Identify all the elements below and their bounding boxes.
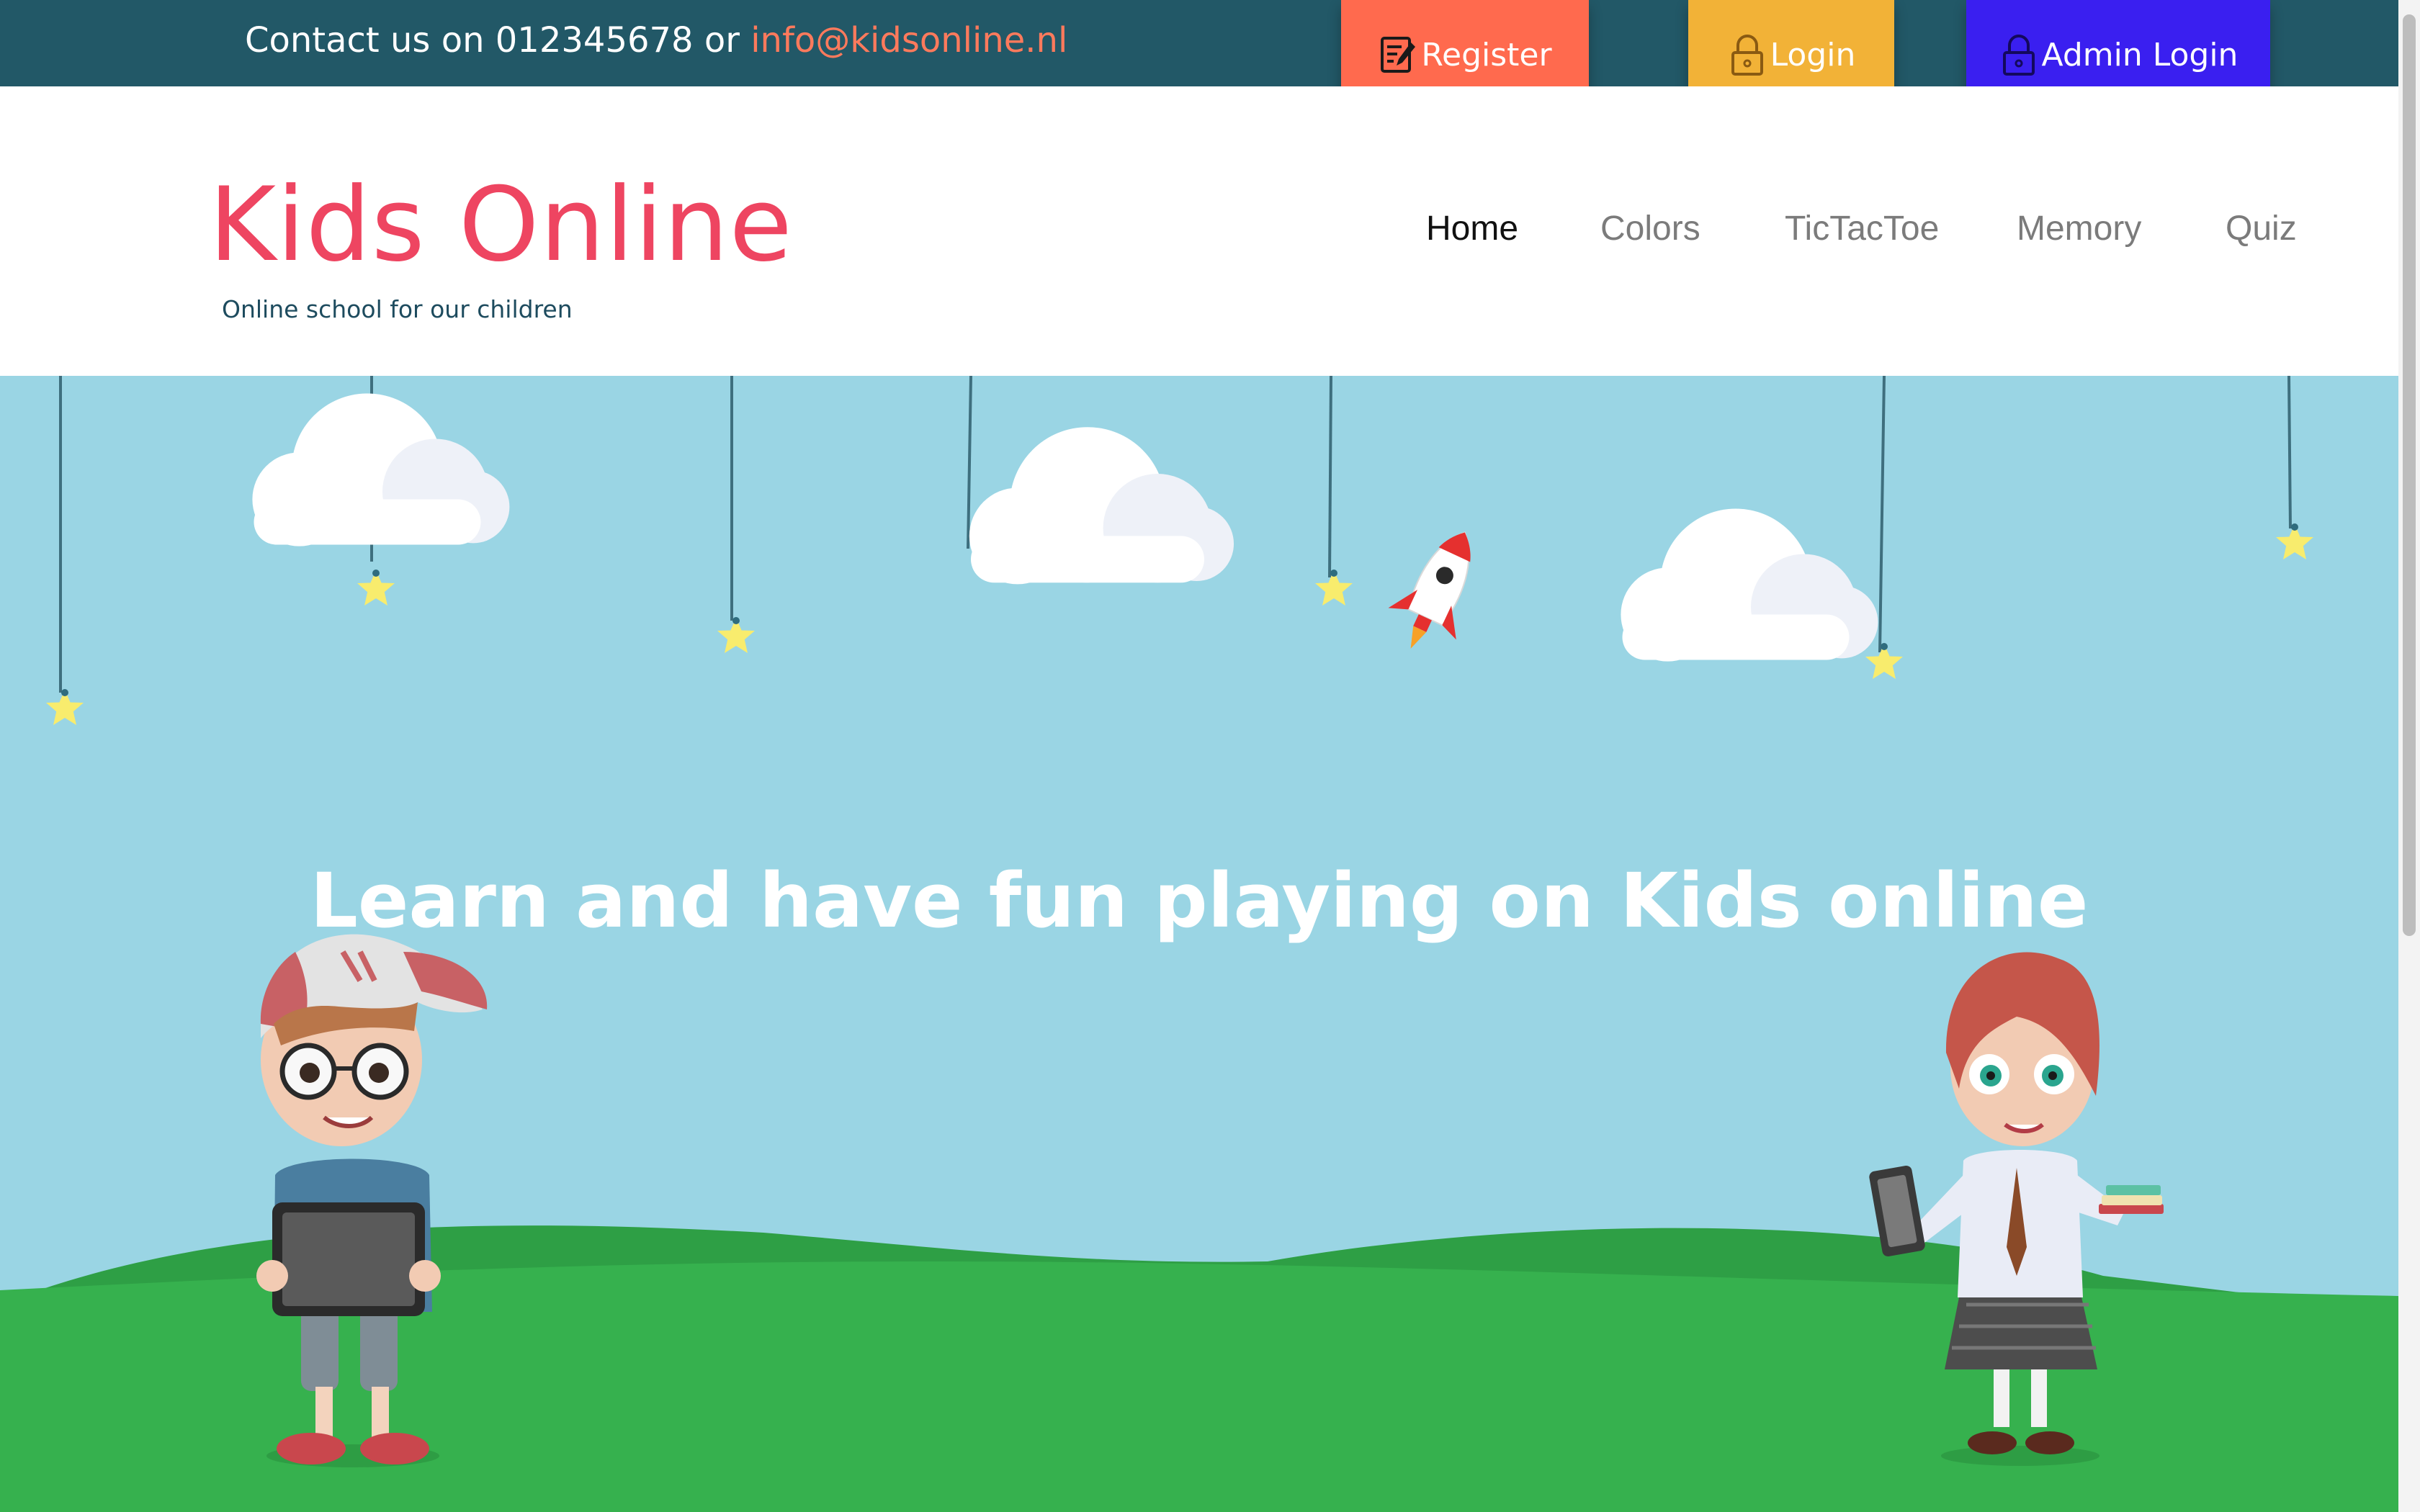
nav-item-memory[interactable]: Memory <box>2017 209 2141 248</box>
nav-item-quiz[interactable]: Quiz <box>2226 209 2297 248</box>
star-3 <box>717 617 755 653</box>
hero-title: Learn and have fun playing on Kids onlin… <box>310 857 2089 945</box>
nav-item-tictactoe[interactable]: TicTacToe <box>1785 209 1939 248</box>
cloud-2 <box>969 427 1234 585</box>
lock-icon <box>2002 35 2035 76</box>
register-label: Register <box>1421 36 1552 73</box>
star-2 <box>357 570 395 606</box>
star-1 <box>46 689 84 725</box>
cloud-1 <box>252 393 510 546</box>
hero-banner: Learn and have fun playing on Kids onlin… <box>0 376 2398 1512</box>
main-nav: Home Colors TicTacToe Memory Quiz <box>0 209 2398 259</box>
contact-info: Contact us on 012345678 or info@kidsonli… <box>245 20 1067 60</box>
nav-item-home[interactable]: Home <box>1426 209 1518 248</box>
admin-login-label: Admin Login <box>2041 36 2238 73</box>
scrollbar-thumb[interactable] <box>2403 14 2416 936</box>
star-5 <box>1865 643 1903 679</box>
page: Contact us on 012345678 or info@kidsonli… <box>0 0 2420 1512</box>
page-scrollbar[interactable] <box>2398 0 2420 1512</box>
edit-note-icon <box>1381 37 1416 73</box>
contact-text: Contact us on 012345678 or <box>245 20 751 60</box>
login-label: Login <box>1770 36 1856 73</box>
site-header: Kids Online Online school for our childr… <box>0 86 2398 376</box>
star-4 <box>1315 570 1353 606</box>
contact-email-link[interactable]: info@kidsonline.nl <box>750 20 1067 60</box>
lock-icon <box>1731 35 1763 76</box>
rocket-icon <box>1388 531 1471 649</box>
cloud-3 <box>1621 508 1878 662</box>
star-6 <box>2276 523 2313 559</box>
nav-item-colors[interactable]: Colors <box>1600 209 1700 248</box>
site-tagline: Online school for our children <box>222 295 573 323</box>
